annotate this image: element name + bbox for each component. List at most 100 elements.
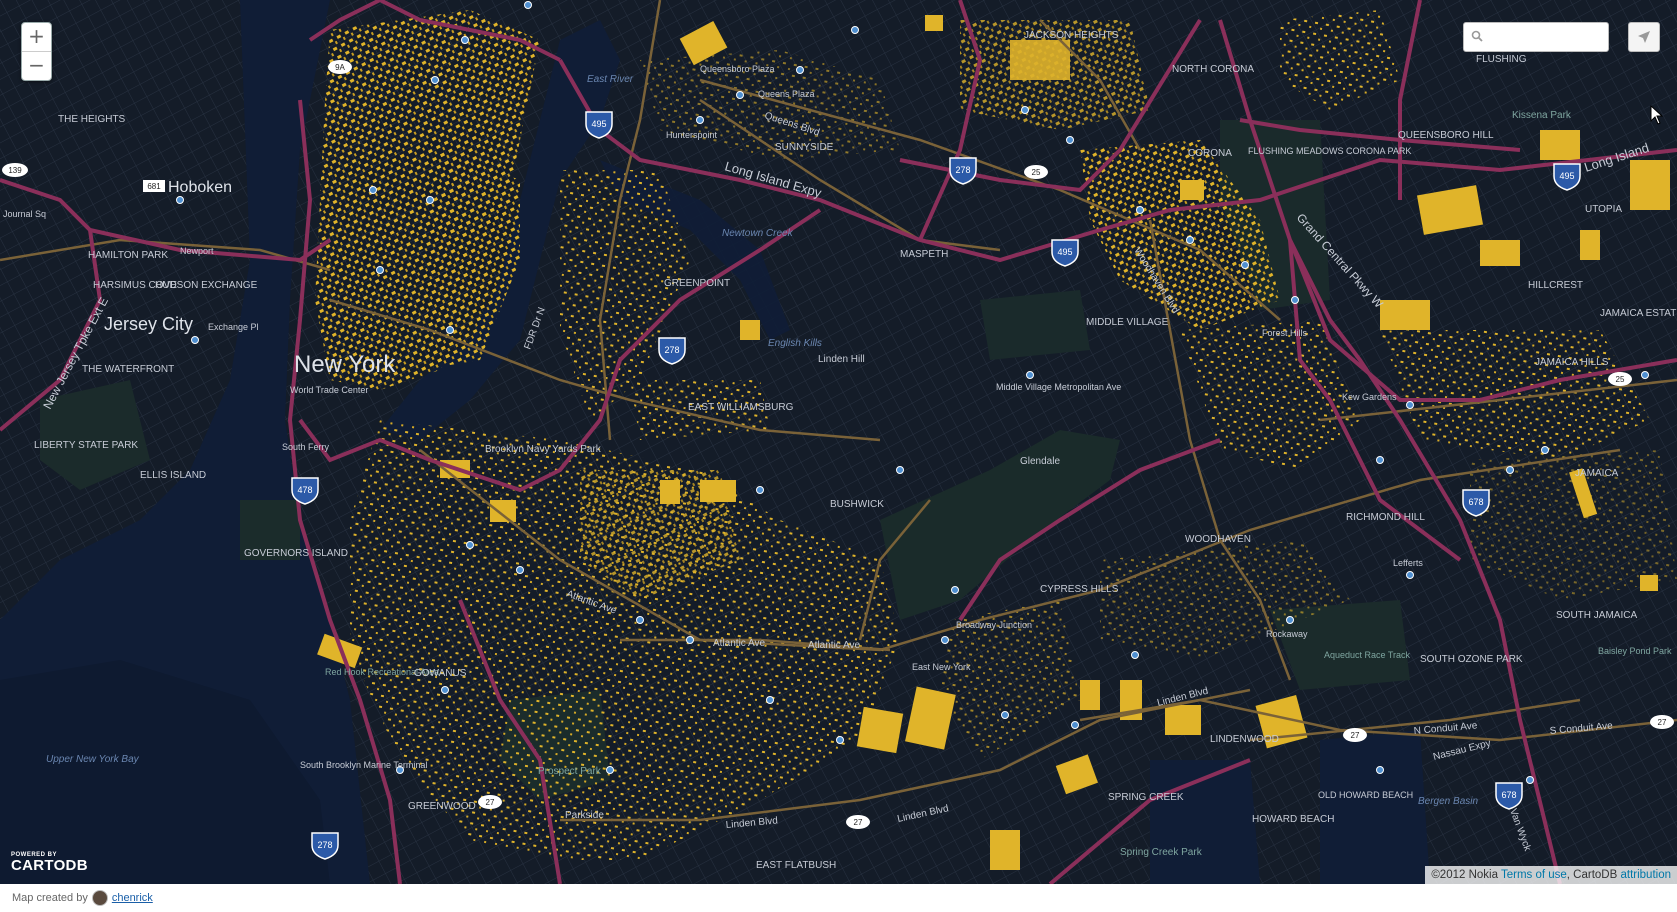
- label-exchange-pl: Exchange Pl: [208, 322, 259, 332]
- label-corona: CORONA: [1188, 148, 1232, 159]
- label-utopia: UTOPIA: [1585, 204, 1622, 215]
- label-glendale: Glendale: [1020, 456, 1060, 467]
- label-queensboro-plaza: Queensboro Plaza: [700, 64, 775, 74]
- zoom-out-button[interactable]: −: [22, 52, 51, 80]
- label-atlantic-3: Atlantic Ave: [808, 640, 861, 651]
- label-queensboro-hill: QUEENSBORO HILL: [1398, 130, 1494, 141]
- svg-text:27: 27: [1351, 731, 1360, 740]
- label-hunterspoint: Hunterspoint: [666, 130, 718, 140]
- label-old-howard-beach: OLD HOWARD BEACH: [1318, 790, 1413, 800]
- label-sunnyside: SUNNYSIDE: [775, 142, 834, 153]
- attribution-link[interactable]: attribution: [1620, 869, 1671, 881]
- label-east-williamsburg: EAST WILLIAMSBURG: [688, 402, 794, 413]
- label-newtown-creek: Newtown Creek: [722, 228, 794, 239]
- label-woodhaven: WOODHAVEN: [1185, 534, 1251, 545]
- label-baisley: Baisley Pond Park: [1598, 646, 1672, 656]
- shield-rt139: 139: [2, 163, 28, 177]
- map-canvas[interactable]: 495 495 495 278 278 278 478 678 678 25 2…: [0, 0, 1677, 884]
- label-maspeth: MASPETH: [900, 249, 948, 260]
- author-link[interactable]: chenrick: [112, 892, 153, 904]
- label-hoboken: Hoboken: [168, 179, 232, 196]
- svg-text:25: 25: [1616, 375, 1625, 384]
- label-east-river: East River: [587, 74, 634, 85]
- svg-text:278: 278: [317, 840, 332, 850]
- avatar: [91, 890, 108, 906]
- zoom-in-button[interactable]: +: [22, 23, 51, 52]
- label-flushing: FLUSHING: [1476, 54, 1527, 65]
- label-upper-bay: Upper New York Bay: [46, 754, 140, 765]
- search-icon: [1471, 30, 1483, 42]
- label-hillcrest: HILLCREST: [1528, 280, 1583, 291]
- zoom-control: + −: [21, 22, 52, 81]
- created-by-label: Map created by: [12, 892, 88, 904]
- label-greenpoint: GREENPOINT: [664, 278, 730, 289]
- label-jamaica: JAMAICA: [1575, 468, 1619, 479]
- label-forest-hills: Forest Hills: [1262, 328, 1308, 338]
- shield-rt681: 681: [143, 180, 165, 192]
- label-bushwick: BUSHWICK: [830, 499, 884, 510]
- label-newport: Newport: [180, 246, 214, 256]
- shield-rt27-d: 27: [1650, 715, 1674, 729]
- locate-button[interactable]: [1628, 22, 1660, 52]
- label-aqueduct: Aqueduct Race Track: [1324, 650, 1411, 660]
- label-atlantic-2: Atlantic Ave: [713, 638, 766, 649]
- label-cypress-hills: CYPRESS HILLS: [1040, 584, 1119, 595]
- mouse-cursor-icon: [1650, 105, 1664, 125]
- label-parkside: Parkside: [565, 810, 604, 821]
- label-kew-gardens: Kew Gardens: [1342, 392, 1397, 402]
- shield-i278-a: 278: [949, 157, 977, 185]
- label-sbmt: South Brooklyn Marine Terminal: [300, 760, 427, 770]
- label-rockaway: Rockaway: [1266, 629, 1308, 639]
- label-prospect-park: Prospect Park: [538, 766, 602, 777]
- label-richmond-hill: RICHMOND HILL: [1346, 512, 1425, 523]
- shield-i678-b: 678: [1495, 782, 1523, 810]
- label-spring-creek: SPRING CREEK: [1108, 792, 1184, 803]
- label-howard-beach: HOWARD BEACH: [1252, 814, 1334, 825]
- cartodb-logo[interactable]: POWERED BY CARTODB: [11, 852, 88, 874]
- navigation-arrow-icon: [1638, 31, 1650, 43]
- shield-i278-b: 278: [658, 337, 686, 365]
- map-credit-footer: Map created by chenrick: [12, 890, 153, 906]
- cartodb-wordmark: CARTODB: [11, 857, 88, 874]
- label-south-ozone: SOUTH OZONE PARK: [1420, 654, 1523, 665]
- label-lefferts: Lefferts: [1393, 558, 1423, 568]
- svg-text:678: 678: [1468, 497, 1483, 507]
- copyright-text: ©2012 Nokia: [1431, 869, 1501, 881]
- shield-i495-a: 495: [585, 111, 613, 139]
- svg-text:278: 278: [664, 345, 679, 355]
- label-kissena: Kissena Park: [1512, 110, 1572, 121]
- shield-i678-a: 678: [1462, 489, 1490, 517]
- label-middle-village: MIDDLE VILLAGE: [1086, 317, 1169, 328]
- label-flushing-meadows: FLUSHING MEADOWS CORONA PARK: [1248, 146, 1411, 156]
- label-jersey: Jersey City: [104, 314, 193, 334]
- shield-i478: 478: [291, 477, 319, 505]
- svg-text:495: 495: [1057, 247, 1072, 257]
- label-navy-yards: Brooklyn Navy Yards Park: [485, 444, 602, 455]
- label-jackson-heights: JACKSON HEIGHTS: [1024, 30, 1119, 41]
- label-south-jamaica: SOUTH JAMAICA: [1556, 610, 1637, 621]
- search-input[interactable]: [1488, 26, 1604, 48]
- label-north-corona: NORTH CORONA: [1172, 64, 1254, 75]
- label-queens-plaza: Queens Plaza: [758, 89, 815, 99]
- label-jamaica-hills: JAMAICA HILLS: [1535, 357, 1609, 368]
- label-governors: GOVERNORS ISLAND: [244, 548, 348, 559]
- svg-text:495: 495: [591, 119, 606, 129]
- svg-text:27: 27: [1658, 718, 1667, 727]
- svg-text:9A: 9A: [335, 63, 345, 72]
- label-bergen-basin: Bergen Basin: [1418, 796, 1478, 807]
- shield-rt9a: 9A: [328, 60, 352, 74]
- label-heights: THE HEIGHTS: [58, 114, 126, 125]
- attribution-separator: , CartoDB: [1566, 869, 1621, 881]
- label-waterfront: THE WATERFRONT: [82, 364, 174, 375]
- svg-text:25: 25: [1032, 168, 1041, 177]
- svg-text:278: 278: [955, 165, 970, 175]
- svg-text:681: 681: [147, 182, 161, 191]
- label-jamaica-estates: JAMAICA ESTATES: [1600, 308, 1677, 319]
- label-hudson-exchange: HUDSON EXCHANGE: [155, 280, 258, 291]
- terms-of-use-link[interactable]: Terms of use: [1501, 869, 1567, 881]
- label-middle-village-metro: Middle Village Metropolitan Ave: [996, 382, 1121, 392]
- label-new-york: New York: [294, 351, 396, 378]
- label-ellis: ELLIS ISLAND: [140, 470, 206, 481]
- label-east-new-york: East New York: [912, 662, 971, 672]
- label-broadway-junction: Broadway Junction: [956, 620, 1032, 630]
